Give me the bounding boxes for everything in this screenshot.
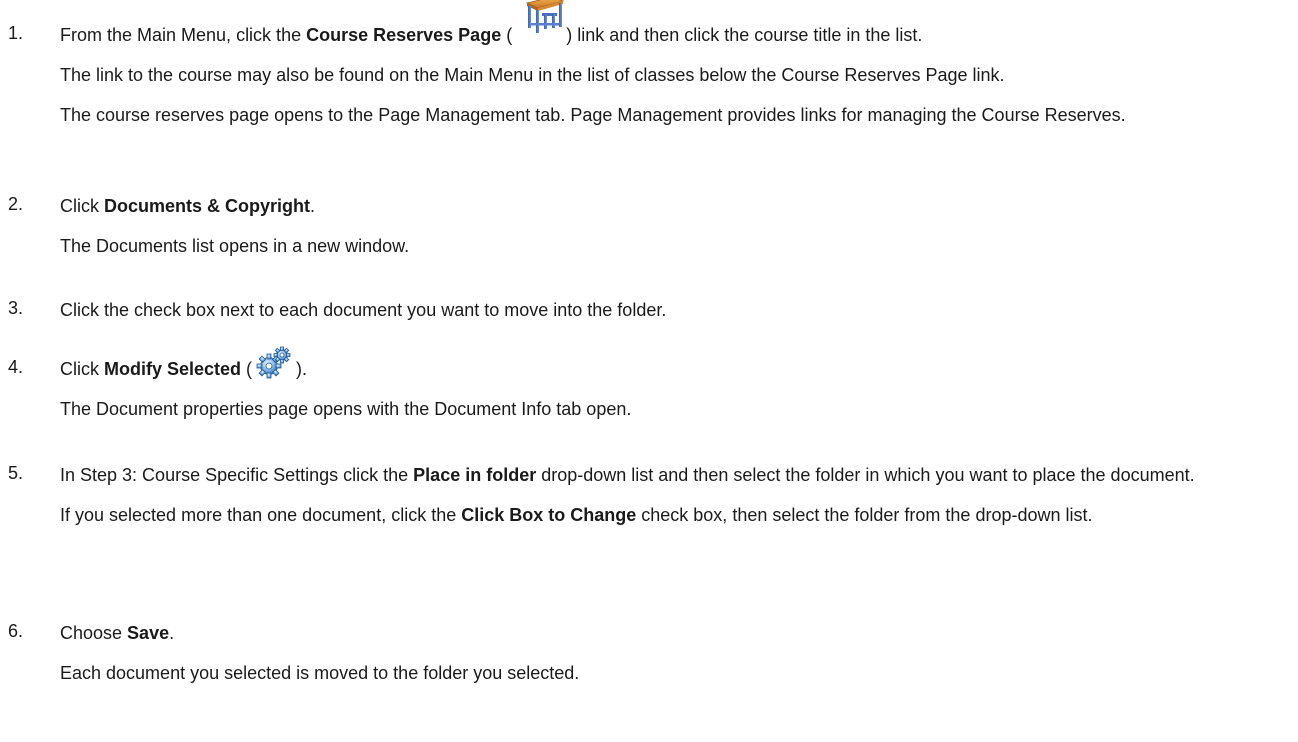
step-6: 6. Choose Save. Each document you select… — [0, 621, 1298, 685]
step-note: Each document you selected is moved to t… — [60, 663, 580, 683]
step-instruction: Click the check box next to each documen… — [60, 300, 667, 320]
step-number: 1. — [8, 23, 24, 43]
ui-term: Place in folder — [413, 465, 537, 485]
ui-term: Documents & Copyright — [104, 196, 311, 216]
course-reserves-desk-icon — [512, 0, 566, 47]
step-instruction: From the Main Menu, click the Course Res… — [60, 0, 1278, 47]
step-instruction: Choose Save. — [60, 623, 175, 643]
step-note: The link to the course may also be found… — [60, 65, 1005, 85]
ui-term: Click Box to Change — [461, 505, 637, 525]
step-2: 2. Click Documents & Copyright. The Docu… — [0, 194, 1298, 258]
ui-term: Course Reserves Page — [306, 25, 502, 45]
step-number: 3. — [8, 298, 24, 318]
step-number: 6. — [8, 621, 24, 641]
step-instruction: Click Documents & Copyright. — [60, 196, 316, 216]
ui-term: Save — [127, 623, 170, 643]
step-instruction: Click Modify Selected (). — [60, 346, 1278, 381]
step-number: 4. — [8, 357, 24, 377]
step-note: The Document properties page opens with … — [60, 399, 632, 419]
step-3: 3. Click the check box next to each docu… — [0, 298, 1298, 322]
step-note: The course reserves page opens to the Pa… — [60, 105, 1126, 125]
step-5: 5. In Step 3: Course Specific Settings c… — [0, 463, 1298, 527]
step-number: 2. — [8, 194, 24, 214]
step-number: 5. — [8, 463, 24, 483]
step-1: 1. From the Main Menu, click the Course … — [0, 0, 1298, 127]
step-note: The Documents list opens in a new window… — [60, 236, 410, 256]
step-4: 4. Click Modify Selected (). The Docume… — [0, 346, 1298, 421]
step-note: If you selected more than one document, … — [60, 505, 1093, 525]
ui-term: Modify Selected — [104, 359, 242, 379]
modify-gears-icon — [252, 346, 296, 381]
step-instruction: In Step 3: Course Specific Settings clic… — [60, 465, 1195, 485]
